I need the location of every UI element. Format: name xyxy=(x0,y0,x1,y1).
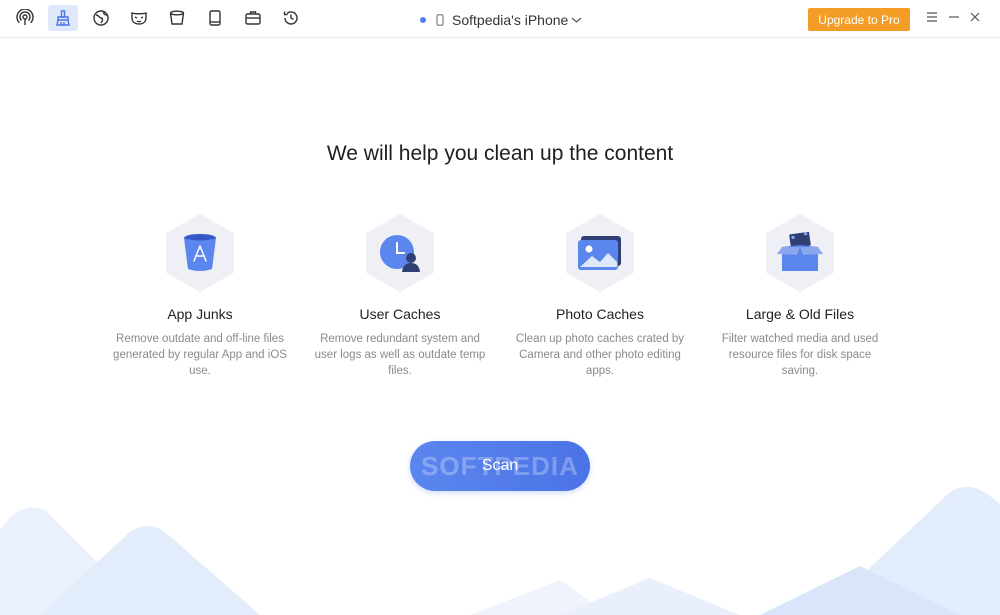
app-store-bucket-icon xyxy=(184,234,216,271)
feature-title: Photo Caches xyxy=(556,306,644,322)
tool-bucket[interactable] xyxy=(162,5,192,31)
tool-airdrop[interactable] xyxy=(10,5,40,31)
chevron-down-icon xyxy=(571,16,582,24)
tool-briefcase[interactable] xyxy=(238,5,268,31)
feature-app-junks: App Junks Remove outdate and off-line fi… xyxy=(100,214,300,379)
feature-user-caches: User Caches Remove redundant system and … xyxy=(300,214,500,379)
menu-icon[interactable] xyxy=(924,9,940,25)
upgrade-button[interactable]: Upgrade to Pro xyxy=(808,8,910,31)
airdrop-icon xyxy=(16,9,34,25)
feature-title: Large & Old Files xyxy=(745,306,855,322)
tool-globe[interactable] xyxy=(86,5,116,31)
page-title: We will help you clean up the content xyxy=(326,142,674,165)
feature-description: Remove outdate and off-line files genera… xyxy=(113,333,287,377)
mask-icon xyxy=(131,12,147,25)
photo-icon xyxy=(578,236,621,270)
scan-button[interactable] xyxy=(410,441,590,491)
clock-user-icon xyxy=(380,235,420,272)
top-toolbar: Softpedia's iPhone Upgrade to Pro xyxy=(0,0,1000,38)
feature-list: App Junks Remove outdate and off-line fi… xyxy=(100,214,900,394)
feature-description: Clean up photo caches crated by Camera a… xyxy=(515,333,685,377)
tool-book[interactable] xyxy=(200,5,230,31)
feature-title: User Caches xyxy=(359,306,441,322)
phone-icon xyxy=(436,14,444,26)
globe-icon xyxy=(93,10,109,26)
tool-mask[interactable] xyxy=(124,5,154,31)
hexagon-badge xyxy=(165,214,235,292)
hexagon-badge xyxy=(365,214,435,292)
feature-large-old-files: Large & Old Files Filter watched media a… xyxy=(700,214,900,379)
briefcase-icon xyxy=(245,11,261,25)
tool-history[interactable] xyxy=(276,5,306,31)
feature-description: Filter watched media and used resource f… xyxy=(721,333,879,377)
bucket-icon xyxy=(169,10,185,25)
background-mountains xyxy=(0,486,1000,615)
feature-photo-caches: Photo Caches Clean up photo caches crate… xyxy=(500,214,700,379)
device-name: Softpedia's iPhone xyxy=(452,12,569,28)
tool-icons xyxy=(10,5,314,31)
history-icon xyxy=(283,11,298,25)
open-box-icon xyxy=(777,231,823,271)
tool-cleanup[interactable] xyxy=(48,5,78,31)
minimize-icon[interactable] xyxy=(946,9,962,25)
hexagon-badge xyxy=(765,214,835,292)
device-status-dot xyxy=(420,17,426,23)
feature-description: Remove redundant system and user logs as… xyxy=(314,333,486,377)
device-selector[interactable]: Softpedia's iPhone xyxy=(420,11,582,29)
scan-button-wrap: SOFTPEDIA Scan xyxy=(410,441,590,491)
hexagon-badge xyxy=(565,214,635,292)
feature-title: App Junks xyxy=(167,306,233,322)
broom-icon xyxy=(56,10,70,26)
close-icon[interactable] xyxy=(967,9,983,25)
book-icon xyxy=(209,10,221,26)
